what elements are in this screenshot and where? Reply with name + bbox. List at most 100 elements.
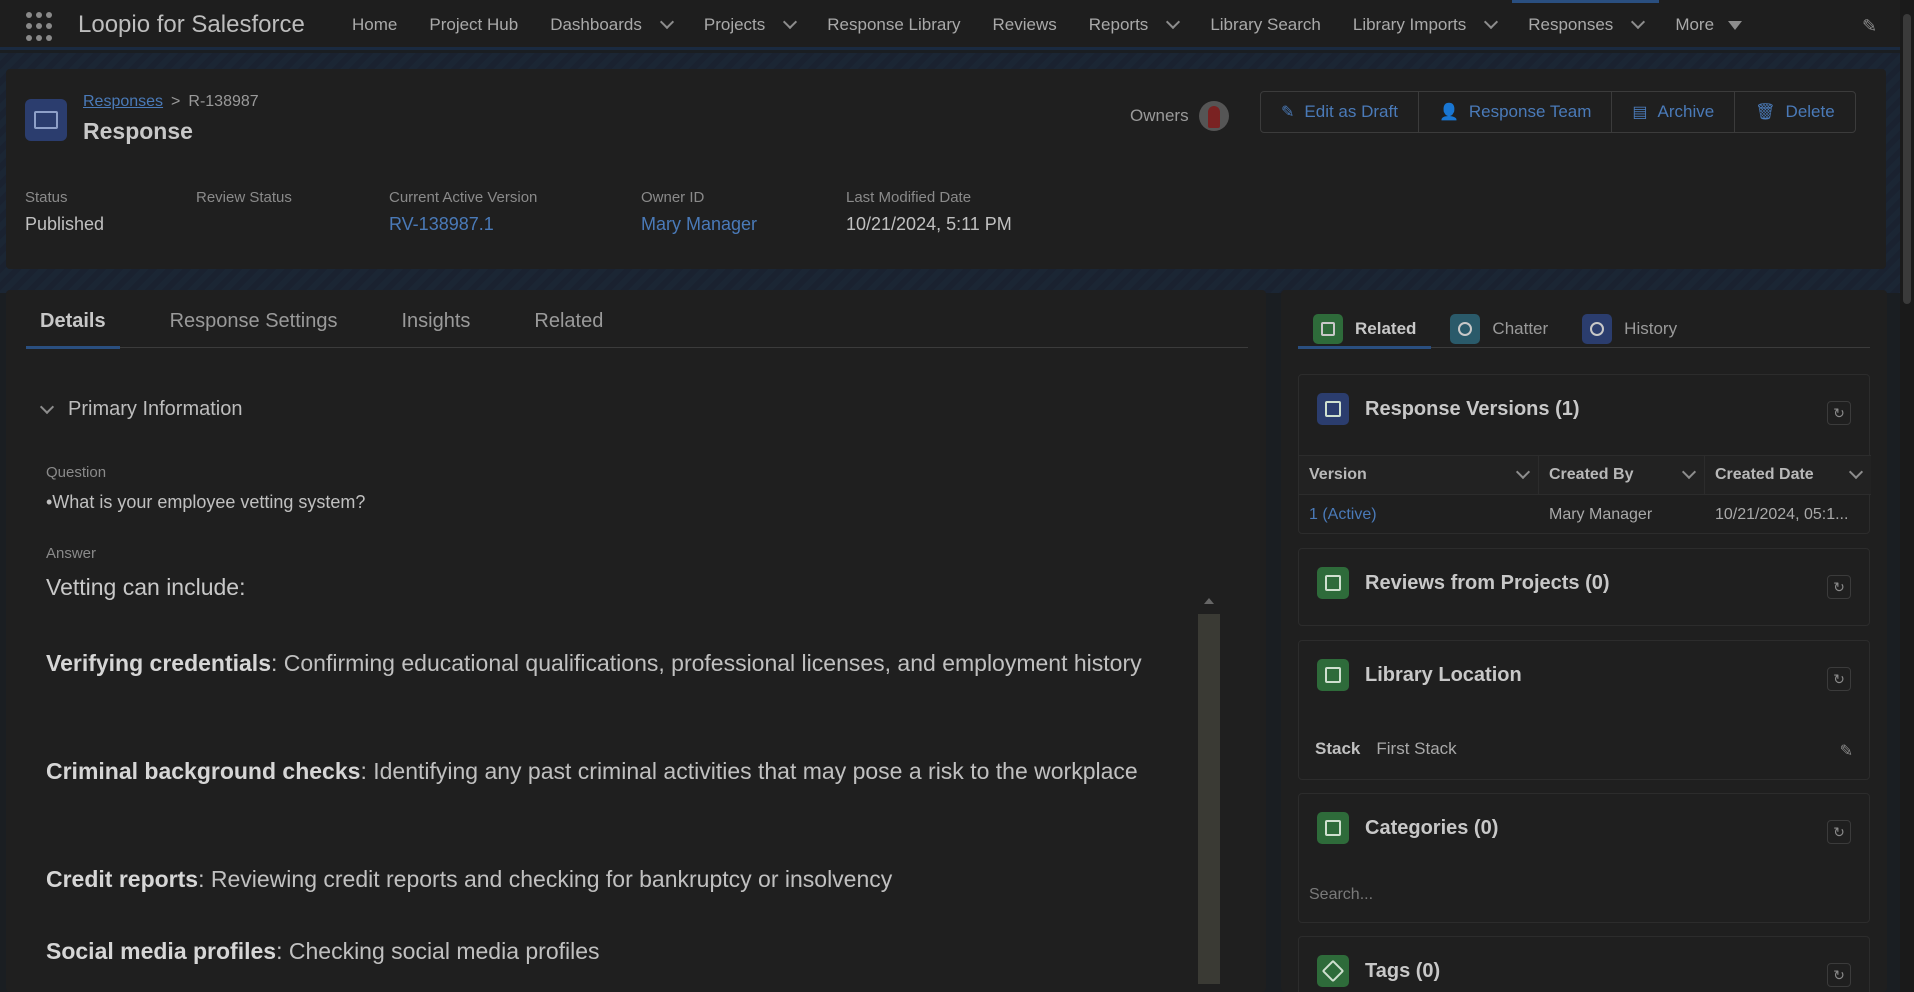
chevron-down-icon[interactable] [1484, 14, 1499, 30]
column-header-created-date[interactable]: Created Date [1705, 456, 1871, 494]
edit-as-draft-button[interactable]: ✎ Edit as Draft [1261, 92, 1419, 132]
record-header: Responses > R-138987 Response Owners ✎ Edit… [6, 69, 1886, 269]
nav-item-projects[interactable]: Projects [688, 0, 811, 50]
nav-item-more[interactable]: More [1659, 0, 1758, 50]
answer-item: Verifying credentials: Confirming educat… [46, 650, 1142, 676]
answer-content: Vetting can include: Verifying credentia… [46, 574, 1206, 992]
side-tabs: Related Chatter History [1298, 310, 1870, 349]
breadcrumb-current: R-138987 [188, 93, 259, 110]
detail-tabs: Details Response Settings Insights Relat… [26, 310, 1248, 349]
card-title[interactable]: Categories (0) [1365, 817, 1498, 840]
owner-link[interactable]: Mary Manager [641, 214, 757, 235]
tab-details[interactable]: Details [26, 310, 120, 349]
created-date-cell: 10/21/2024, 05:1... [1715, 506, 1849, 523]
chevron-down-icon[interactable] [1631, 14, 1646, 30]
owner-field: Owner ID Mary Manager [641, 189, 758, 235]
nav-item-project-hub[interactable]: Project Hub [413, 0, 534, 50]
nav-item-responses[interactable]: Responses [1512, 0, 1660, 50]
nav-item-dashboards[interactable]: Dashboards [534, 0, 688, 50]
tags-card: Tags (0) ↻ [1298, 936, 1870, 992]
details-panel: Details Response Settings Insights Relat… [6, 290, 1266, 992]
table-header: Version Created By Created Date [1299, 455, 1871, 495]
page-scrollbar[interactable] [1900, 0, 1914, 992]
chatter-icon [1450, 314, 1481, 344]
card-title[interactable]: Library Location [1365, 664, 1522, 687]
refresh-icon[interactable]: ↻ [1827, 575, 1851, 599]
chevron-down-icon[interactable] [1848, 464, 1864, 480]
chevron-down-icon[interactable] [1681, 464, 1697, 480]
pencil-icon[interactable]: ✎ [1862, 16, 1880, 36]
history-icon [1582, 314, 1613, 344]
nav-item-home[interactable]: Home [336, 0, 413, 50]
reviews-icon [1317, 567, 1349, 599]
tab-side-chatter[interactable]: Chatter [1435, 310, 1563, 348]
current-version-link[interactable]: RV-138987.1 [389, 214, 537, 235]
app-name: Loopio for Salesforce [78, 11, 305, 38]
stack-field: Stack First Stack [1315, 739, 1457, 759]
chevron-down-icon[interactable] [1166, 14, 1181, 30]
tab-insights[interactable]: Insights [387, 310, 484, 348]
tab-side-related[interactable]: Related [1298, 310, 1432, 349]
nav-item-response-library[interactable]: Response Library [811, 0, 976, 50]
nav-item-reviews[interactable]: Reviews [977, 0, 1073, 50]
response-versions-card: Response Versions (1) ↻ Version Created … [1298, 374, 1871, 535]
nav-items: Home Project Hub Dashboards Projects Res… [336, 0, 1758, 50]
archive-icon: ▤ [1632, 104, 1648, 121]
card-title[interactable]: Response Versions (1) [1365, 398, 1580, 421]
tab-side-history[interactable]: History [1567, 310, 1692, 348]
owners-label: Owners [1130, 106, 1189, 125]
chevron-down-icon[interactable] [659, 14, 674, 30]
tab-response-settings[interactable]: Response Settings [156, 310, 352, 348]
card-title[interactable]: Reviews from Projects (0) [1365, 572, 1610, 595]
refresh-icon[interactable]: ↻ [1827, 667, 1851, 691]
versions-table: Version Created By Created Date 1 (Activ… [1299, 455, 1871, 535]
library-icon [1317, 659, 1349, 691]
nav-item-reports[interactable]: Reports [1073, 0, 1195, 50]
pencil-icon[interactable]: ✎ [1840, 741, 1853, 761]
nav-item-library-imports[interactable]: Library Imports [1337, 0, 1512, 50]
caret-down-icon[interactable] [1728, 20, 1743, 30]
library-location-card: Library Location ↻ Stack First Stack ✎ [1298, 640, 1870, 780]
nav-item-library-search[interactable]: Library Search [1194, 0, 1337, 50]
reviews-card: Reviews from Projects (0) ↻ [1298, 548, 1870, 626]
stack-label: Stack [1315, 739, 1361, 758]
versions-icon [1317, 393, 1349, 425]
current-version-field: Current Active Version RV-138987.1 [389, 189, 538, 235]
pencil-icon: ✎ [1281, 104, 1295, 121]
app-launcher-icon[interactable] [26, 12, 56, 42]
delete-button[interactable]: 🗑 Delete [1735, 92, 1854, 132]
record-actions: ✎ Edit as Draft 👤 Response Team ▤ Archive 🗑… [1260, 91, 1856, 133]
answer-label: Answer [46, 545, 97, 562]
refresh-icon[interactable]: ↻ [1827, 820, 1851, 844]
response-team-button[interactable]: 👤 Response Team [1419, 92, 1613, 132]
column-header-version[interactable]: Version [1299, 456, 1539, 494]
version-link[interactable]: 1 (Active) [1299, 495, 1539, 535]
breadcrumb-parent-link[interactable]: Responses [83, 93, 163, 110]
scrollbar-thumb[interactable] [1903, 14, 1911, 304]
breadcrumb: Responses > R-138987 [83, 93, 259, 111]
stack-value: First Stack [1376, 739, 1457, 758]
breadcrumb-separator: > [171, 93, 181, 110]
card-title[interactable]: Tags (0) [1365, 960, 1440, 983]
chevron-down-icon[interactable] [1515, 464, 1531, 480]
question-label: Question [46, 464, 107, 481]
created-by-cell: Mary Manager [1549, 506, 1653, 523]
status-value: Published [25, 214, 105, 234]
answer-scrollbar[interactable] [1198, 598, 1220, 988]
chevron-down-icon[interactable] [783, 14, 798, 30]
scrollbar-thumb[interactable] [1198, 614, 1220, 984]
archive-button[interactable]: ▤ Archive [1612, 92, 1736, 132]
avatar[interactable] [1198, 101, 1229, 131]
scroll-up-icon[interactable] [1204, 598, 1214, 604]
refresh-icon[interactable]: ↻ [1827, 401, 1851, 425]
refresh-icon[interactable]: ↻ [1827, 963, 1851, 987]
user-icon: 👤 [1438, 104, 1459, 121]
column-header-created-by[interactable]: Created By [1539, 456, 1705, 494]
owners: Owners [1130, 101, 1229, 131]
trash-icon: 🗑 [1755, 104, 1776, 121]
last-modified-value: 10/21/2024, 5:11 PM [846, 214, 1012, 234]
section-toggle-primary-information[interactable]: Primary Information [39, 398, 243, 421]
chevron-down-icon [39, 399, 55, 414]
tab-related[interactable]: Related [520, 310, 617, 348]
categories-search-input[interactable]: Search... [1309, 886, 1373, 904]
